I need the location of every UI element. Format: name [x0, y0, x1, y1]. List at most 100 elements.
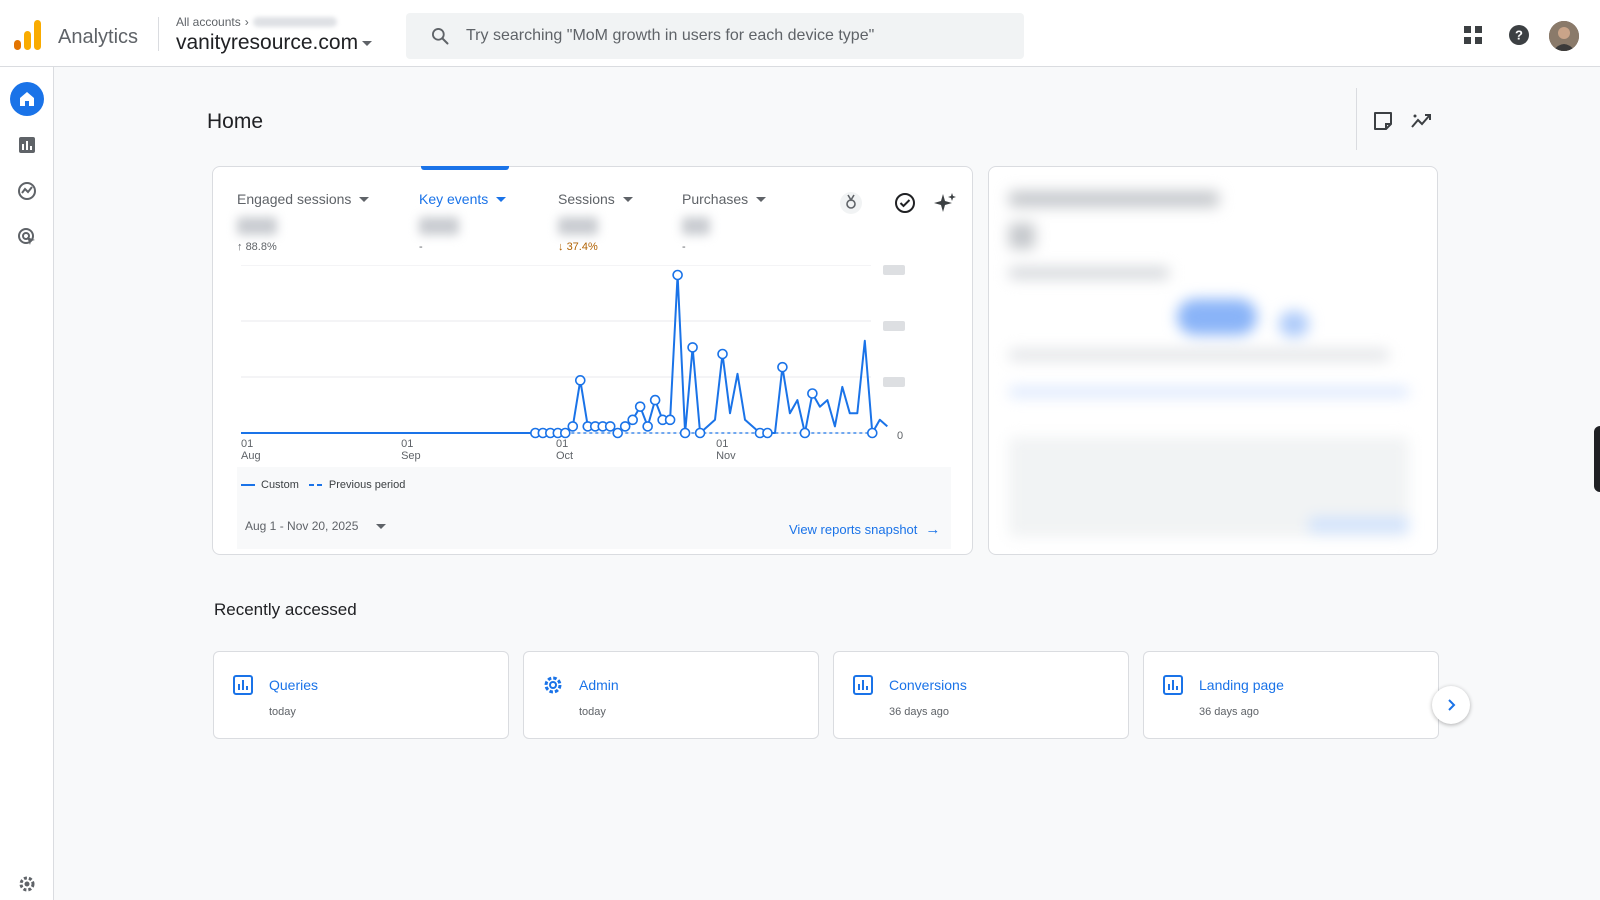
series-point [649, 394, 661, 406]
recent-item[interactable]: Conversions 36 days ago [833, 651, 1129, 739]
series-point [687, 342, 698, 353]
metric-change: ↓ 37.4% [558, 241, 633, 253]
series-point [777, 361, 788, 373]
nav-home[interactable] [10, 82, 44, 116]
series-point [717, 348, 728, 360]
arrow-up-icon: ↑ [237, 241, 243, 253]
x-tick-day: 01 [716, 438, 728, 450]
series-point [866, 427, 878, 439]
notes-icon[interactable] [1372, 110, 1394, 132]
view-reports-snapshot-link[interactable]: View reports snapshot → [789, 521, 940, 538]
series-point [642, 421, 653, 432]
metric-key-events[interactable]: Key events - [419, 191, 507, 253]
nav-admin[interactable] [10, 867, 44, 900]
series-point [627, 414, 638, 426]
metric-engaged-sessions[interactable]: Engaged sessions ↑ 88.8% [237, 191, 370, 253]
metric-label-text: Sessions [558, 191, 615, 207]
metric-sessions[interactable]: Sessions ↓ 37.4% [558, 191, 633, 253]
view-link-text: View reports snapshot [789, 522, 918, 537]
series-point [679, 427, 691, 439]
realtime-card-blurred [988, 166, 1438, 555]
series-point [604, 421, 616, 432]
series-point [612, 427, 624, 439]
recent-item-time: today [579, 706, 606, 718]
chart-legend: Custom Previous period [241, 479, 405, 491]
y-tick-label-redacted [883, 321, 905, 331]
recent-item[interactable]: Admin today [523, 651, 819, 739]
side-panel-handle[interactable] [1594, 426, 1600, 492]
search-icon [432, 28, 449, 45]
recent-item[interactable]: Queries today [213, 651, 509, 739]
bar-chart-icon [1163, 675, 1183, 695]
apps-grid-icon[interactable] [1462, 24, 1484, 46]
metric-label-text: Key events [419, 191, 489, 207]
caret-down-icon [376, 523, 387, 529]
breadcrumb-all-accounts[interactable]: All accounts [176, 15, 241, 29]
series-point [762, 427, 773, 439]
metric-change: - [682, 241, 686, 253]
series-point [574, 375, 586, 386]
metric-label: Engaged sessions [237, 191, 370, 207]
y-tick-label-redacted [883, 377, 905, 387]
arrow-down-icon: ↓ [558, 241, 564, 253]
series-line-custom [535, 274, 888, 434]
breadcrumb[interactable]: All accounts › [176, 15, 337, 29]
arrow-right-icon: → [925, 521, 941, 538]
y-tick-label: 0 [897, 430, 903, 442]
series-point [619, 421, 631, 432]
next-page-button[interactable] [1432, 686, 1470, 724]
caret-down-icon [622, 196, 633, 202]
target-cursor-icon [18, 228, 35, 245]
metric-label: Purchases [682, 191, 767, 207]
series-point [694, 427, 706, 439]
blurred-content [989, 167, 1437, 554]
app-name: Analytics [58, 26, 139, 48]
home-icon [20, 92, 34, 106]
metric-label-text: Purchases [682, 191, 749, 207]
key-events-line-chart: 001Aug01Sep01Oct01Nov [241, 265, 905, 462]
metric-value-redacted [682, 217, 710, 235]
x-tick-month: Oct [556, 450, 573, 462]
series-point [672, 269, 683, 281]
recent-item[interactable]: Landing page 36 days ago [1143, 651, 1439, 739]
left-nav-rail [0, 67, 54, 900]
x-tick-day: 01 [401, 438, 413, 450]
date-range-selector[interactable]: Aug 1 - Nov 20, 2025 [245, 519, 387, 533]
avatar[interactable] [1549, 21, 1579, 51]
badge-icon[interactable] [839, 191, 863, 215]
account-name-redacted [252, 17, 337, 27]
analytics-logo[interactable] [14, 20, 42, 50]
series-point [567, 421, 579, 432]
caret-down-icon [496, 196, 507, 202]
insights-icon[interactable] [1410, 110, 1432, 132]
nav-reports[interactable] [10, 128, 44, 162]
search-bar[interactable] [406, 13, 1024, 59]
metric-label: Key events [419, 191, 507, 207]
search-input[interactable] [466, 13, 1006, 59]
help-icon[interactable]: ? [1508, 24, 1530, 46]
top-bar: Analytics All accounts › vanityresource.… [0, 0, 1600, 67]
sparkle-icon[interactable] [933, 191, 957, 215]
metric-purchases[interactable]: Purchases - [682, 191, 767, 253]
series-point [807, 388, 818, 399]
overview-card: Engaged sessions ↑ 88.8% Key events - Se… [212, 166, 973, 555]
metric-value-redacted [419, 217, 459, 235]
metric-value-redacted [237, 217, 277, 235]
gear-icon [544, 676, 562, 694]
date-range-text: Aug 1 - Nov 20, 2025 [245, 519, 359, 533]
bar-chart-icon [233, 675, 253, 695]
nav-explore[interactable] [10, 174, 44, 208]
property-name: vanityresource.com [176, 31, 359, 54]
header-divider [158, 17, 159, 51]
metric-change-text: 88.8% [245, 241, 277, 253]
metric-value-redacted [558, 217, 598, 235]
legend-current-label: Custom [261, 479, 299, 491]
recent-item-title: Conversions [889, 677, 967, 693]
x-tick-day: 01 [241, 438, 253, 450]
property-selector[interactable]: vanityresource.com [176, 31, 373, 55]
nav-advertising[interactable] [10, 220, 44, 254]
bar-chart-icon [19, 137, 35, 153]
legend-solid-swatch [241, 484, 255, 486]
check-circle-icon[interactable] [893, 191, 917, 215]
explore-icon [18, 182, 36, 200]
